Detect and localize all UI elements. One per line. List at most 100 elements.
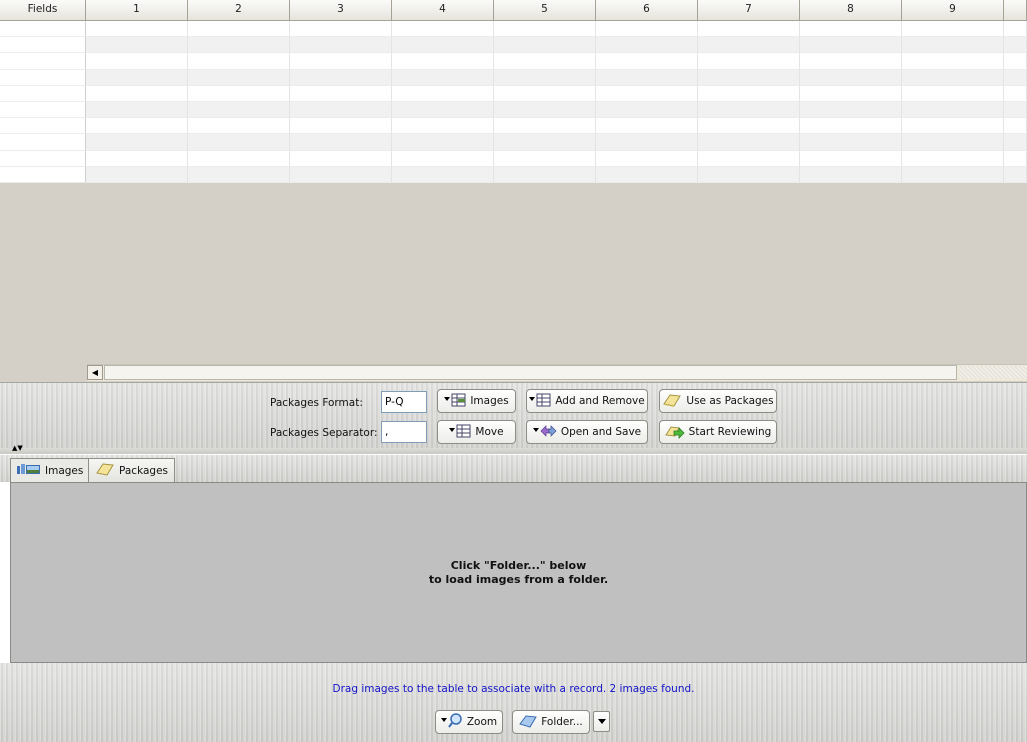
table-cell[interactable] xyxy=(86,166,188,183)
table-cell[interactable] xyxy=(494,118,596,135)
table-cell[interactable] xyxy=(596,37,698,54)
panel-splitter[interactable] xyxy=(0,448,1027,454)
field-name-cell[interactable] xyxy=(0,69,86,86)
table-cell[interactable] xyxy=(596,166,698,183)
table-cell[interactable] xyxy=(800,134,902,151)
table-cell[interactable] xyxy=(290,134,392,151)
table-cell[interactable] xyxy=(698,69,800,86)
table-cell[interactable] xyxy=(188,69,290,86)
table-cell[interactable] xyxy=(698,21,800,38)
table-cell[interactable] xyxy=(392,37,494,54)
table-cell[interactable] xyxy=(800,37,902,54)
table-cell[interactable] xyxy=(902,37,1004,54)
table-cell[interactable] xyxy=(290,69,392,86)
packages-separator-input[interactable] xyxy=(381,421,427,443)
table-cell[interactable] xyxy=(392,134,494,151)
table-cell[interactable] xyxy=(596,101,698,119)
table-row[interactable] xyxy=(0,37,1027,54)
scroll-left-arrow-icon[interactable]: ◀ xyxy=(87,365,103,380)
table-cell[interactable] xyxy=(596,118,698,135)
table-cell[interactable] xyxy=(596,134,698,151)
table-cell[interactable] xyxy=(86,21,188,38)
table-cell[interactable] xyxy=(290,118,392,135)
table-cell[interactable] xyxy=(800,118,902,135)
table-cell[interactable] xyxy=(86,69,188,86)
table-cell[interactable] xyxy=(1004,118,1027,135)
table-cell[interactable] xyxy=(392,69,494,86)
column-header-fields[interactable]: Fields xyxy=(0,0,86,20)
table-cell[interactable] xyxy=(188,101,290,119)
table-cell[interactable] xyxy=(188,150,290,167)
table-cell[interactable] xyxy=(596,69,698,86)
table-cell[interactable] xyxy=(290,150,392,167)
field-name-cell[interactable] xyxy=(0,53,86,70)
table-row[interactable] xyxy=(0,85,1027,102)
table-cell[interactable] xyxy=(494,37,596,54)
table-row[interactable] xyxy=(0,150,1027,167)
add-and-remove-menu-button[interactable]: Add and Remove xyxy=(526,389,648,413)
table-cell[interactable] xyxy=(902,85,1004,102)
table-cell[interactable] xyxy=(86,150,188,167)
table-cell[interactable] xyxy=(290,166,392,183)
table-cell[interactable] xyxy=(494,53,596,70)
table-cell[interactable] xyxy=(392,150,494,167)
field-name-cell[interactable] xyxy=(0,134,86,151)
table-cell[interactable] xyxy=(902,134,1004,151)
tab-images[interactable]: Images xyxy=(10,458,91,482)
table-cell[interactable] xyxy=(902,166,1004,183)
scrollbar-thumb[interactable] xyxy=(104,365,957,380)
image-drop-pane[interactable]: Click "Folder..." below to load images f… xyxy=(10,482,1027,663)
table-cell[interactable] xyxy=(392,166,494,183)
table-cell[interactable] xyxy=(290,85,392,102)
packages-format-input[interactable] xyxy=(381,391,427,413)
horizontal-scrollbar[interactable]: ◀ xyxy=(87,364,1027,381)
table-cell[interactable] xyxy=(1004,53,1027,70)
table-row[interactable] xyxy=(0,134,1027,151)
table-cell[interactable] xyxy=(494,134,596,151)
table-cell[interactable] xyxy=(188,118,290,135)
table-row[interactable] xyxy=(0,21,1027,38)
table-row[interactable] xyxy=(0,166,1027,183)
field-name-cell[interactable] xyxy=(0,150,86,167)
field-name-cell[interactable] xyxy=(0,166,86,183)
table-cell[interactable] xyxy=(1004,85,1027,102)
field-name-cell[interactable] xyxy=(0,85,86,102)
table-cell[interactable] xyxy=(800,166,902,183)
table-cell[interactable] xyxy=(902,101,1004,119)
zoom-button[interactable]: Zoom xyxy=(435,710,503,734)
table-cell[interactable] xyxy=(494,101,596,119)
table-cell[interactable] xyxy=(698,150,800,167)
scrollbar-track[interactable] xyxy=(959,366,1027,379)
table-cell[interactable] xyxy=(1004,21,1027,38)
table-cell[interactable] xyxy=(392,53,494,70)
table-cell[interactable] xyxy=(1004,134,1027,151)
table-cell[interactable] xyxy=(902,53,1004,70)
field-name-cell[interactable] xyxy=(0,21,86,38)
table-cell[interactable] xyxy=(290,101,392,119)
column-header[interactable]: 4 xyxy=(392,0,494,20)
table-row[interactable] xyxy=(0,53,1027,70)
table-cell[interactable] xyxy=(698,166,800,183)
table-cell[interactable] xyxy=(596,150,698,167)
table-cell[interactable] xyxy=(188,166,290,183)
table-cell[interactable] xyxy=(1004,150,1027,167)
table-cell[interactable] xyxy=(494,69,596,86)
column-header[interactable]: 6 xyxy=(596,0,698,20)
table-row[interactable] xyxy=(0,69,1027,86)
table-cell[interactable] xyxy=(290,37,392,54)
table-cell[interactable] xyxy=(86,53,188,70)
table-cell[interactable] xyxy=(188,21,290,38)
tab-packages[interactable]: Packages xyxy=(88,458,175,482)
table-cell[interactable] xyxy=(596,21,698,38)
table-row[interactable] xyxy=(0,101,1027,119)
table-cell[interactable] xyxy=(698,53,800,70)
table-cell[interactable] xyxy=(800,101,902,119)
table-cell[interactable] xyxy=(800,53,902,70)
column-header[interactable]: 2 xyxy=(188,0,290,20)
column-header[interactable]: 1 xyxy=(86,0,188,20)
table-cell[interactable] xyxy=(290,53,392,70)
table-cell[interactable] xyxy=(698,101,800,119)
table-cell[interactable] xyxy=(1004,101,1027,119)
table-cell[interactable] xyxy=(86,85,188,102)
table-cell[interactable] xyxy=(86,118,188,135)
